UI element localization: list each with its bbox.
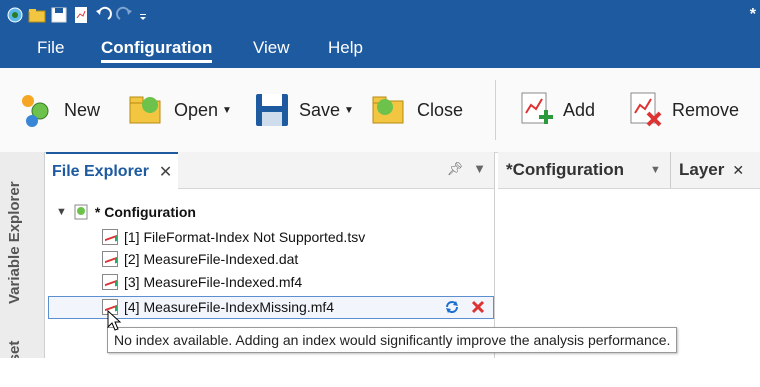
save-icon[interactable] [50,6,68,24]
new-config-icon [22,95,49,127]
add-button[interactable]: Add [517,88,595,132]
remove-label: Remove [672,99,740,120]
open-folder-icon[interactable] [28,6,46,24]
app-icon [7,7,23,23]
file-explorer-header: File Explorer ✕ 📌︎ ▼ [46,152,494,190]
side-tab-strip: Variable Explorer Offset [0,152,45,387]
remove-file-icon [630,92,662,127]
file-row-4[interactable]: [4] MeasureFile-IndexMissing.mf4 [102,296,334,318]
menu-view[interactable]: View [253,38,290,58]
add-file-icon [521,92,553,124]
modified-marker: * [749,6,756,23]
menu-help[interactable]: Help [328,38,363,58]
ribbon: New Open ▼ Save ▼ Close Add Remove [0,68,760,153]
file-row-2[interactable]: [2] MeasureFile-Indexed.dat [102,248,298,270]
measure-file-icon [102,251,118,267]
save-dropdown-icon[interactable]: ▼ [344,105,354,116]
file-row-1[interactable]: [1] FileFormat-Index Not Supported.tsv [102,226,365,248]
save-button[interactable]: Save ▼ [253,88,354,132]
menu-file[interactable]: File [37,38,64,58]
open-dropdown-icon[interactable]: ▼ [222,105,232,116]
tree-root-label: * Configuration [94,204,196,220]
tab-configuration-doc[interactable]: *Configuration ▼ [498,152,669,188]
customize-qat-icon[interactable] [138,6,148,24]
title-bar: * [0,0,760,34]
new-button[interactable]: New [18,88,100,132]
close-tab-icon[interactable]: ✕ [732,162,744,179]
file-row-3[interactable]: [3] MeasureFile-Indexed.mf4 [102,271,302,293]
file-label-1: [1] FileFormat-Index Not Supported.tsv [124,229,366,245]
file-label-2: [2] MeasureFile-Indexed.dat [124,251,299,267]
torn-edge [0,358,760,387]
collapse-chevron-icon[interactable]: ▼ [56,206,67,218]
tab-dropdown-icon[interactable]: ▼ [650,164,661,176]
redo-icon[interactable] [116,6,134,24]
menu-bar: File Configuration View Help [0,34,760,68]
tab-file-explorer[interactable]: File Explorer ✕ [46,152,179,190]
panel-tools: 📌︎ ▼ [447,161,486,177]
pin-icon[interactable]: 📌︎ [447,161,464,177]
ribbon-separator [495,80,496,140]
tree-root[interactable]: ▼ * Configuration [56,201,196,223]
save-disk-icon [256,94,288,126]
configuration-icon [74,204,88,220]
add-label: Add [563,99,596,120]
close-label: Close [417,99,464,120]
open-folder-icon [129,96,161,124]
new-label: New [64,99,101,120]
quick-access-toolbar [6,6,148,24]
open-button[interactable]: Open ▼ [128,88,232,132]
undo-icon[interactable] [94,6,112,24]
close-button[interactable]: Close [371,88,463,132]
tab-variable-explorer[interactable]: Variable Explorer [6,181,23,304]
measure-file-icon [102,229,118,245]
menu-configuration[interactable]: Configuration [101,38,213,63]
right-tabs-header: *Configuration ▼ Layer ✕ [498,152,760,189]
save-label: Save [299,99,341,120]
file-explorer-title: File Explorer [52,163,149,180]
layer-title: Layer [679,160,725,179]
chart-file-icon[interactable] [72,6,90,24]
refresh-index-icon[interactable] [444,299,460,315]
open-label: Open [174,99,219,120]
remove-button[interactable]: Remove [626,88,739,132]
close-folder-icon [372,96,404,124]
file-label-4: [4] MeasureFile-IndexMissing.mf4 [124,299,335,315]
tab-layer[interactable]: Layer ✕ [670,152,752,188]
close-tab-icon[interactable]: ✕ [159,162,172,182]
mouse-cursor-icon [107,310,122,331]
panel-menu-icon[interactable]: ▼ [473,161,486,177]
configuration-doc-title: *Configuration [506,160,625,179]
index-missing-tooltip: No index available. Adding an index woul… [107,327,678,353]
remove-file-icon[interactable] [470,299,486,315]
file-label-3: [3] MeasureFile-Indexed.mf4 [124,274,303,290]
measure-file-icon [102,274,118,290]
